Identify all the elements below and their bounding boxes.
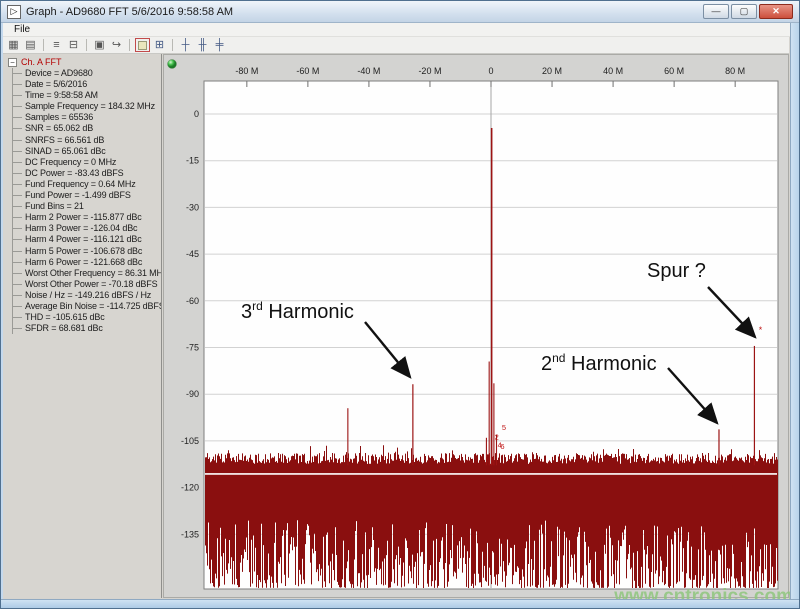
zoom-tool-icon[interactable]: ╪ xyxy=(212,38,227,52)
window-border-right xyxy=(790,23,799,608)
tree-collapse-icon[interactable]: − xyxy=(8,57,17,67)
measurement-tree-panel: − Ch. A FFT Device = AD9680 Date = 5/6/20… xyxy=(3,54,162,598)
tree-item[interactable]: Harm 4 Power = -116.121 dBc xyxy=(13,234,161,245)
fill-color-icon[interactable] xyxy=(135,38,150,52)
crosshair-tool-icon[interactable]: ╫ xyxy=(195,38,210,52)
tree-item[interactable]: Fund Bins = 21 xyxy=(13,201,161,212)
tree-item[interactable]: Fund Power = -1.499 dBFS xyxy=(13,190,161,201)
toolbar: ▦ ▤ ≡ ⊟ ▣ ↪ ⊞ ┼ ╫ ╪ xyxy=(2,37,789,54)
window-border-left xyxy=(1,23,3,608)
app-window: ▷ Graph - AD9680 FFT 5/6/2016 9:58:58 AM… xyxy=(0,0,800,609)
tree-item[interactable]: Worst Other Power = -70.18 dBFS xyxy=(13,279,161,290)
tree-item[interactable]: Fund Frequency = 0.64 MHz xyxy=(13,179,161,190)
tree-item[interactable]: Samples = 65536 xyxy=(13,112,161,123)
tree-item[interactable]: Device = AD9680 xyxy=(13,68,161,79)
tree-item[interactable]: Harm 5 Power = -106.678 dBc xyxy=(13,246,161,257)
tree-item[interactable]: Harm 6 Power = -121.668 dBc xyxy=(13,257,161,268)
plot-grid-icon[interactable]: ▦ xyxy=(6,38,21,52)
tree-root[interactable]: − Ch. A FFT xyxy=(8,57,161,67)
tree-item[interactable]: Harm 3 Power = -126.04 dBc xyxy=(13,223,161,234)
tree-item[interactable]: Average Bin Noise = -114.725 dBFS xyxy=(13,301,161,312)
tree-item[interactable]: SNR = 65.062 dB xyxy=(13,123,161,134)
tree-item[interactable]: DC Frequency = 0 MHz xyxy=(13,157,161,168)
tree-root-label: Ch. A FFT xyxy=(21,57,62,67)
pan-tool-icon[interactable]: ┼ xyxy=(178,38,193,52)
save-icon[interactable]: ▣ xyxy=(92,38,107,52)
tree-item[interactable]: SINAD = 65.061 dBc xyxy=(13,146,161,157)
cursor-dock-icon[interactable]: ⊟ xyxy=(66,38,81,52)
tree-item[interactable]: Date = 5/6/2016 xyxy=(13,79,161,90)
list-view-icon[interactable]: ≡ xyxy=(49,38,64,52)
tree-item[interactable]: SFDR = 68.681 dBc xyxy=(13,323,161,334)
toolbar-separator xyxy=(86,39,87,51)
tree-item[interactable]: Worst Other Frequency = 86.31 MHz xyxy=(13,268,161,279)
tree-item[interactable]: Time = 9:58:58 AM xyxy=(13,90,161,101)
grid-toggle-icon[interactable]: ⊞ xyxy=(152,38,167,52)
close-button[interactable]: ✕ xyxy=(759,4,793,19)
maximize-button[interactable]: ▢ xyxy=(731,4,757,19)
toolbar-separator xyxy=(43,39,44,51)
title-bar[interactable]: ▷ Graph - AD9680 FFT 5/6/2016 9:58:58 AM… xyxy=(1,1,799,23)
tree-item[interactable]: Harm 2 Power = -115.877 dBc xyxy=(13,212,161,223)
window-border-bottom xyxy=(1,599,799,608)
tree-item[interactable]: THD = -105.615 dBc xyxy=(13,312,161,323)
menu-bar: File xyxy=(2,23,798,37)
panel-layout-icon[interactable]: ▤ xyxy=(23,38,38,52)
window-title: Graph - AD9680 FFT 5/6/2016 9:58:58 AM xyxy=(26,5,234,18)
tree-item[interactable]: SNRFS = 66.561 dB xyxy=(13,135,161,146)
menu-file[interactable]: File xyxy=(8,24,36,35)
export-icon[interactable]: ↪ xyxy=(109,38,124,52)
app-icon: ▷ xyxy=(7,4,21,19)
toolbar-separator xyxy=(129,39,130,51)
tree-item[interactable]: DC Power = -83.43 dBFS xyxy=(13,168,161,179)
graph-panel[interactable] xyxy=(163,54,789,598)
tree-item[interactable]: Sample Frequency = 184.32 MHz xyxy=(13,101,161,112)
minimize-button[interactable]: — xyxy=(703,4,729,19)
toolbar-separator xyxy=(172,39,173,51)
tree-item[interactable]: Noise / Hz = -149.216 dBFS / Hz xyxy=(13,290,161,301)
